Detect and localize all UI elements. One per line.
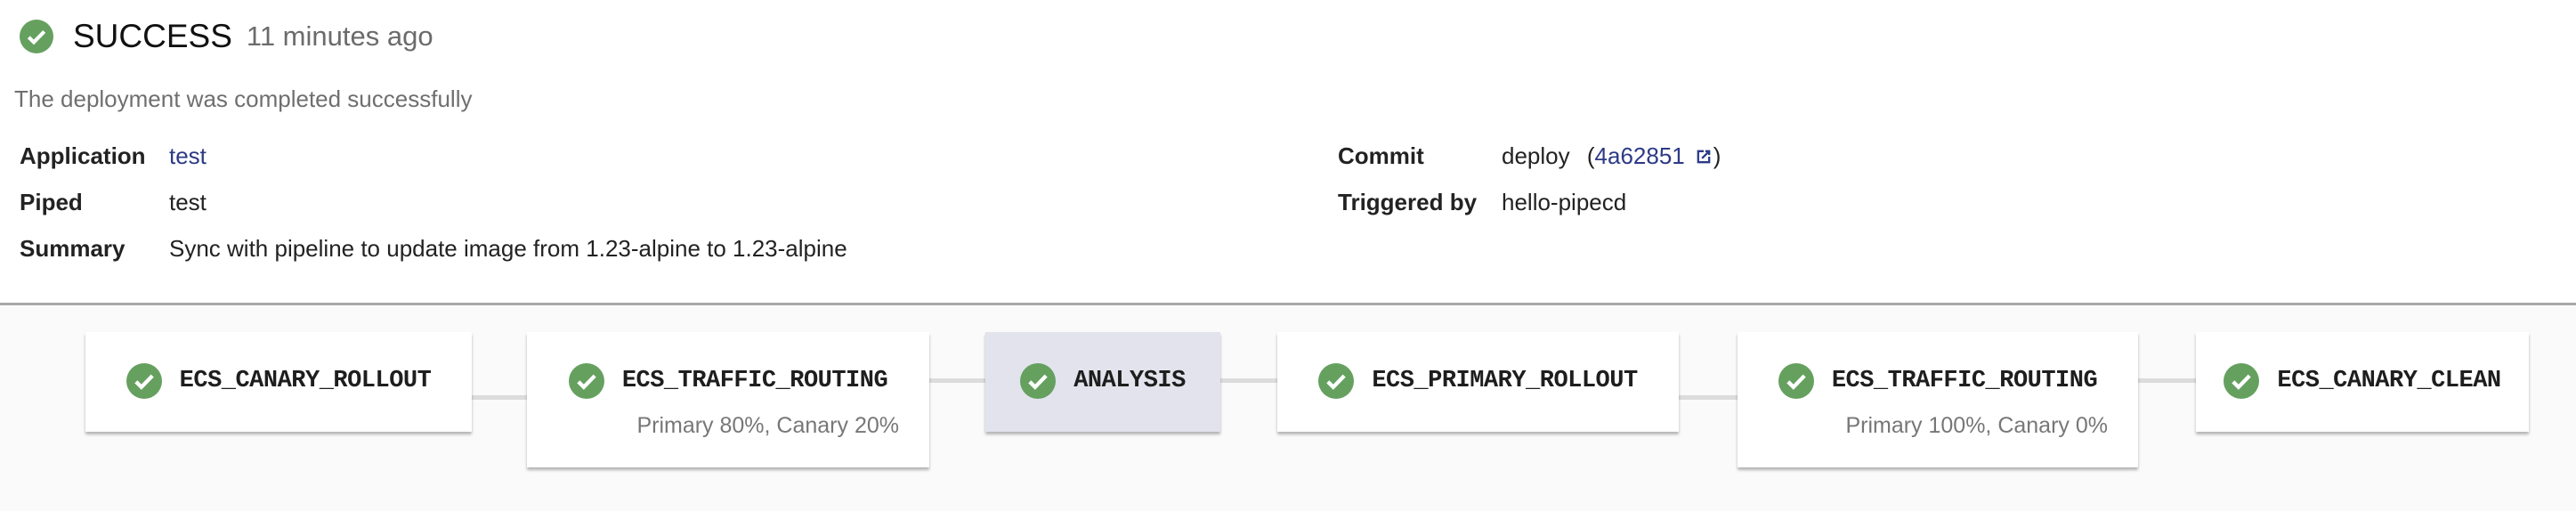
check-circle-icon: [568, 363, 604, 399]
summary-value: Sync with pipeline to update image from …: [169, 235, 847, 262]
check-circle-icon: [20, 20, 53, 53]
stage-card-ecs-traffic-routing-2[interactable]: ECS_TRAFFIC_ROUTING Primary 100%, Canary…: [1738, 332, 2138, 467]
open-paren: (: [1586, 142, 1595, 169]
commit-value: deploy (4a62851): [1502, 142, 1721, 170]
check-circle-icon: [1318, 363, 1355, 399]
status-title: SUCCESS: [73, 18, 232, 54]
check-circle-icon: [1020, 363, 1057, 399]
external-link-icon[interactable]: [1694, 147, 1713, 166]
pipeline: ECS_CANARY_ROLLOUT ECS_TRAFFIC_ROUTING P…: [0, 305, 2576, 511]
stage-description: Primary 80%, Canary 20%: [636, 413, 899, 438]
stage-connector: [1679, 395, 1738, 400]
stage-card-analysis[interactable]: ANALYSIS: [985, 332, 1220, 432]
commit-message: deploy: [1502, 142, 1570, 169]
stage-name: ECS_PRIMARY_ROLLOUT: [1372, 368, 1638, 394]
stage-name: ECS_TRAFFIC_ROUTING: [1831, 368, 2098, 394]
check-circle-icon: [126, 363, 162, 399]
commit-label: Commit: [1338, 142, 1424, 169]
triggered-by-label: Triggered by: [1338, 189, 1478, 215]
application-label: Application: [20, 142, 146, 169]
stage-name: ECS_CANARY_CLEAN: [2277, 368, 2501, 394]
status-description: The deployment was completed successfull…: [14, 85, 473, 112]
deployment-header: SUCCESS 11 minutes ago The deployment wa…: [0, 0, 2576, 305]
check-circle-icon: [1778, 363, 1814, 399]
piped-label: Piped: [20, 189, 83, 215]
stage-name: ANALYSIS: [1073, 368, 1186, 394]
stage-description: Primary 100%, Canary 0%: [1845, 413, 2108, 438]
stage-name: ECS_TRAFFIC_ROUTING: [621, 368, 888, 394]
stage-card-ecs-canary-clean[interactable]: ECS_CANARY_CLEAN: [2196, 332, 2529, 432]
stage-connector: [929, 378, 985, 383]
stage-name: ECS_CANARY_ROLLOUT: [179, 368, 432, 394]
stage-connector: [472, 395, 527, 400]
triggered-by-value: hello-pipecd: [1502, 189, 1627, 215]
stage-connector: [2138, 378, 2196, 383]
stage-card-ecs-canary-rollout[interactable]: ECS_CANARY_ROLLOUT: [85, 332, 472, 432]
piped-value: test: [169, 189, 207, 215]
commit-hash-link[interactable]: 4a62851: [1595, 142, 1685, 169]
stage-card-ecs-traffic-routing[interactable]: ECS_TRAFFIC_ROUTING Primary 80%, Canary …: [527, 332, 929, 467]
stage-connector: [1220, 378, 1277, 383]
check-circle-icon: [2224, 363, 2260, 399]
summary-label: Summary: [20, 235, 126, 262]
time-ago: 11 minutes ago: [246, 20, 433, 52]
stage-card-ecs-primary-rollout[interactable]: ECS_PRIMARY_ROLLOUT: [1277, 332, 1679, 432]
application-link[interactable]: test: [169, 142, 207, 170]
status-row: SUCCESS 11 minutes ago: [20, 18, 433, 55]
close-paren: ): [1713, 142, 1721, 169]
